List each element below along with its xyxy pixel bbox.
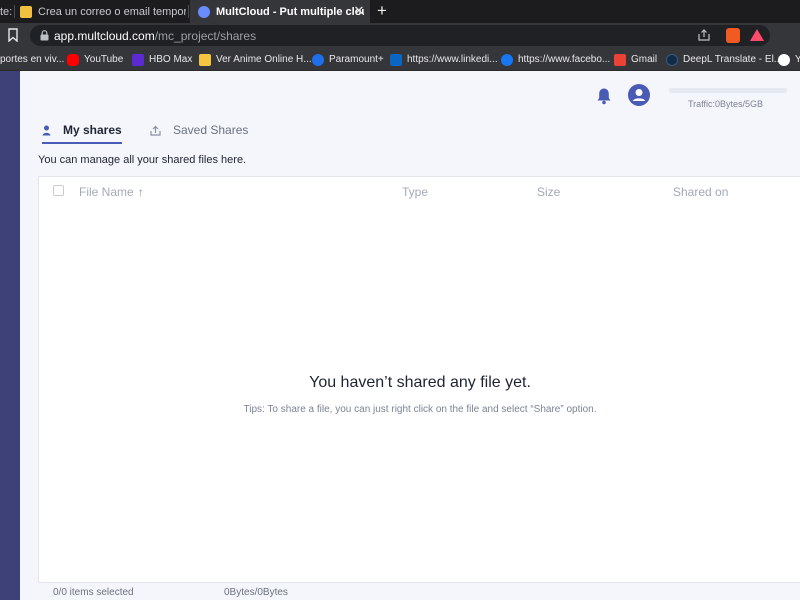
bookmark-linkedin[interactable]: https://www.linkedi... bbox=[390, 52, 498, 67]
bookmark-youtube[interactable]: YouTube bbox=[67, 52, 123, 67]
lock-icon bbox=[40, 30, 49, 41]
github-icon bbox=[778, 53, 790, 66]
notification-bell-icon[interactable] bbox=[596, 87, 612, 105]
column-size[interactable]: Size bbox=[537, 185, 560, 199]
new-tab-icon[interactable]: + bbox=[374, 1, 390, 21]
select-all-checkbox[interactable] bbox=[53, 185, 64, 196]
page-description: You can manage all your shared files her… bbox=[38, 154, 247, 166]
facebook-icon bbox=[501, 53, 513, 66]
bookmark-hbomax[interactable]: HBO Max bbox=[132, 52, 192, 67]
tab-saved-shares[interactable]: Saved Shares bbox=[150, 123, 248, 137]
sidebar bbox=[0, 71, 20, 600]
bookmark-anime[interactable]: Ver Anime Online H... bbox=[199, 52, 312, 67]
user-icon bbox=[632, 89, 646, 101]
bookmark-label: https://www.facebo... bbox=[518, 54, 611, 65]
bookmark-label: portes en viv... bbox=[0, 54, 65, 65]
bookmark-paramount[interactable]: Paramount+ bbox=[312, 52, 384, 67]
bookmark-deepl[interactable]: DeepL Translate - El... bbox=[666, 52, 782, 67]
shares-table: File Name ↑ Type Size Shared on You haven… bbox=[38, 176, 800, 583]
tab-separator bbox=[188, 5, 189, 18]
tab-title: te: bbox=[0, 5, 13, 18]
bookmark-item[interactable]: portes en viv... bbox=[0, 52, 64, 67]
brave-rewards-icon[interactable] bbox=[750, 29, 764, 41]
active-tab-indicator bbox=[42, 142, 122, 144]
deepl-icon bbox=[666, 53, 678, 66]
browser-tab[interactable]: te: bbox=[0, 0, 14, 23]
bookmark-label: YouTube bbox=[84, 54, 124, 65]
tab-separator bbox=[14, 5, 15, 18]
paramount-icon bbox=[312, 53, 324, 66]
sort-arrow-up-icon[interactable]: ↑ bbox=[138, 185, 144, 199]
share-icon[interactable] bbox=[698, 29, 710, 41]
browser-tab[interactable]: Crea un correo o email temporal para bbox=[20, 0, 186, 23]
bookmark-label: HBO Max bbox=[149, 54, 193, 65]
anime-icon bbox=[199, 53, 211, 66]
tab-my-shares[interactable]: My shares bbox=[42, 123, 122, 137]
mail-icon bbox=[20, 5, 32, 18]
bookmark-label: Gmail bbox=[631, 54, 658, 65]
tab-title: MultCloud - Put multiple cloud d bbox=[216, 5, 364, 18]
column-type[interactable]: Type bbox=[402, 185, 428, 199]
bookmark-label: DeepL Translate - El... bbox=[683, 54, 783, 65]
browser-tab-bar: te: Crea un correo o email temporal para… bbox=[0, 0, 800, 23]
bookmark-label: Ver Anime Online H... bbox=[216, 54, 312, 65]
selection-size: 0Bytes/0Bytes bbox=[224, 587, 288, 598]
user-avatar[interactable] bbox=[628, 84, 650, 106]
traffic-progress-bar bbox=[669, 88, 787, 93]
upload-share-icon bbox=[150, 125, 161, 136]
url-text: app.multcloud.com/mc_project/shares bbox=[54, 29, 256, 43]
address-bar-row: app.multcloud.com/mc_project/shares bbox=[0, 23, 800, 48]
shares-page: Traffic:0Bytes/5GB My shares Saved Share… bbox=[20, 71, 800, 600]
tab-title: Crea un correo o email temporal para bbox=[38, 5, 186, 18]
gmail-icon bbox=[614, 53, 626, 66]
browser-tab-active[interactable]: MultCloud - Put multiple cloud d bbox=[190, 0, 370, 23]
bookmarks-bar: portes en viv... YouTube HBO Max Ver Ani… bbox=[0, 48, 800, 71]
youtube-icon bbox=[67, 53, 79, 66]
column-label: File Name bbox=[79, 185, 134, 199]
empty-state-tip: Tips: To share a file, you can just righ… bbox=[243, 404, 597, 415]
bookmark-label: Paramount+ bbox=[329, 54, 384, 65]
tab-label: My shares bbox=[63, 123, 122, 137]
multcloud-icon bbox=[198, 5, 210, 18]
close-tab-icon[interactable]: ✕ bbox=[352, 3, 366, 19]
column-shared-on[interactable]: Shared on bbox=[673, 185, 728, 199]
traffic-usage: Traffic:0Bytes/5GB bbox=[688, 99, 764, 109]
bookmark-icon[interactable] bbox=[8, 28, 18, 42]
table-header: File Name ↑ Type Size Shared on bbox=[39, 177, 800, 205]
linkedin-icon bbox=[390, 53, 402, 66]
column-file-name[interactable]: File Name ↑ bbox=[79, 185, 144, 199]
bookmark-label: https://www.linkedi... bbox=[407, 54, 498, 65]
bookmark-facebook[interactable]: https://www.facebo... bbox=[501, 52, 610, 67]
url-host: app.multcloud.com bbox=[54, 29, 155, 43]
user-icon bbox=[42, 125, 51, 135]
bookmark-github[interactable]: Y bbox=[778, 52, 800, 67]
tab-label: Saved Shares bbox=[173, 123, 249, 137]
bookmark-label: Y bbox=[795, 54, 800, 65]
url-field[interactable]: app.multcloud.com/mc_project/shares bbox=[30, 25, 770, 46]
empty-state-title: You haven’t shared any file yet. bbox=[309, 374, 531, 391]
bookmark-gmail[interactable]: Gmail bbox=[614, 52, 657, 67]
hbomax-icon bbox=[132, 53, 144, 66]
selection-count: 0/0 items selected bbox=[53, 587, 134, 598]
url-path: /mc_project/shares bbox=[154, 29, 257, 43]
brave-shield-icon[interactable] bbox=[726, 28, 740, 43]
